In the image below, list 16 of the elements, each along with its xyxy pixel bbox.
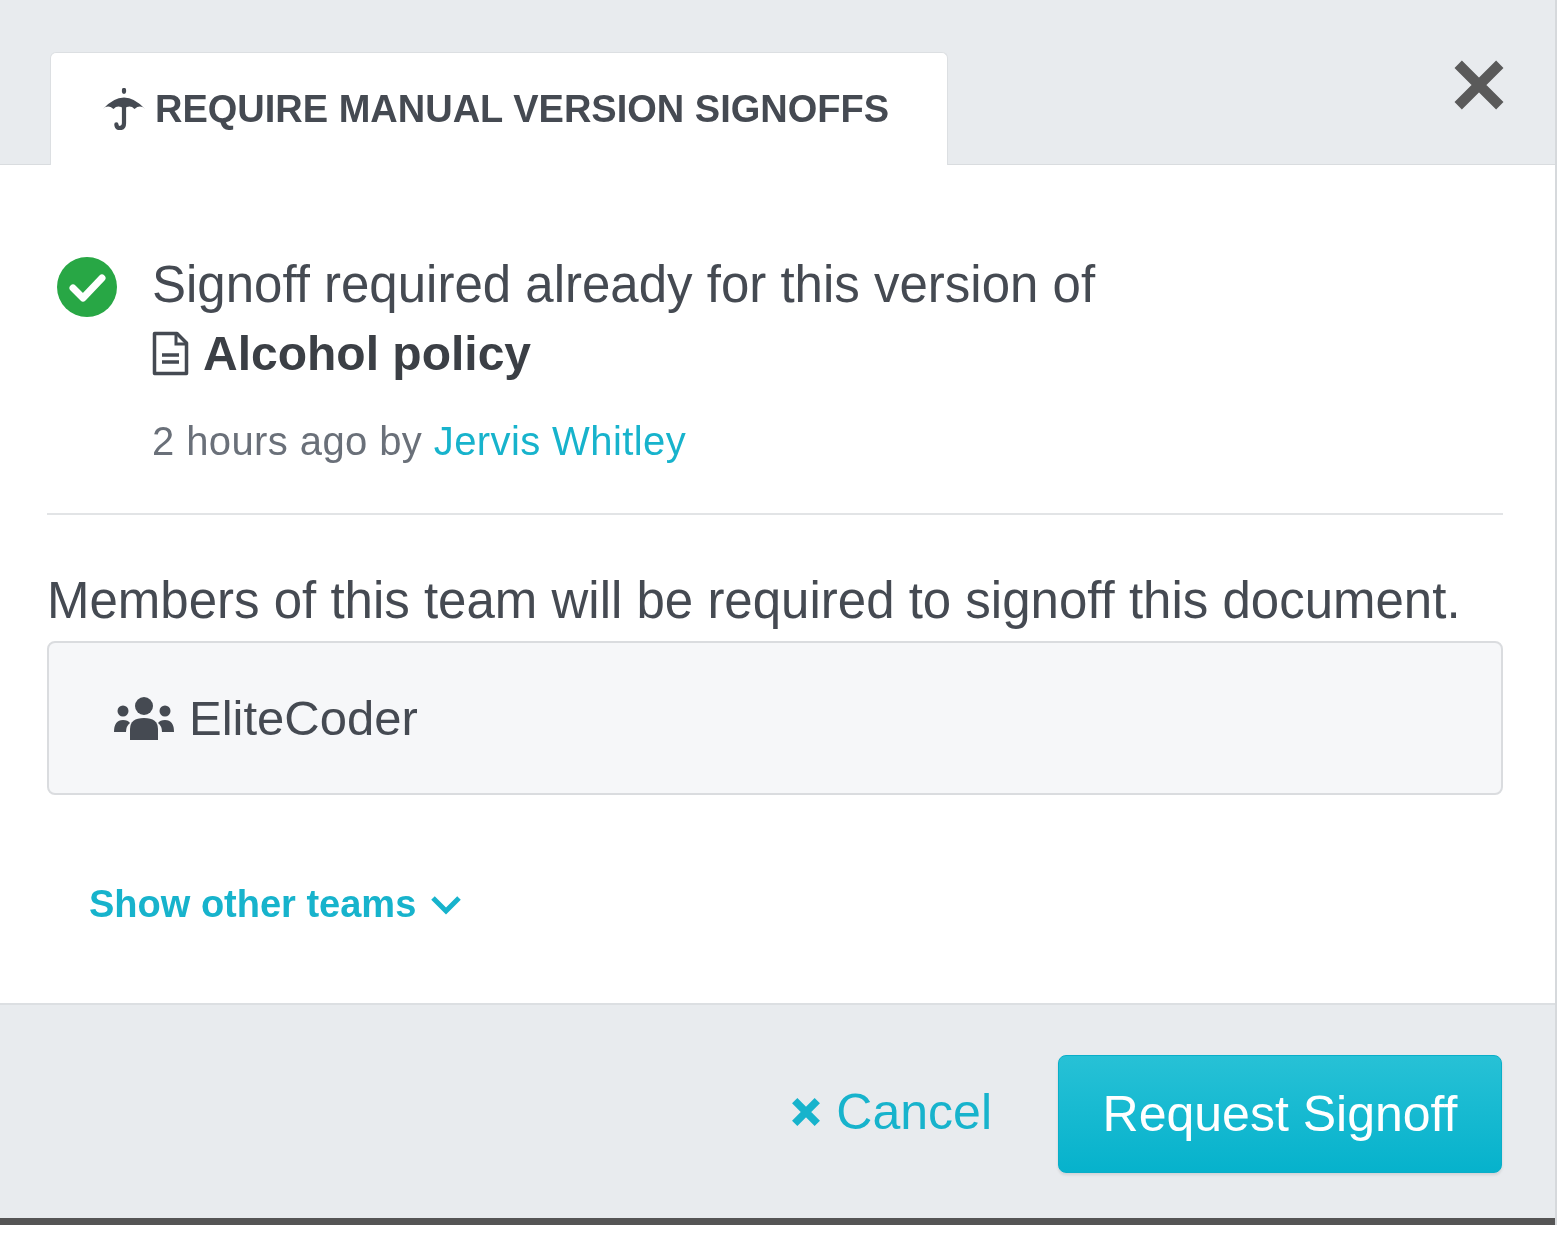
chevron-down-icon	[430, 893, 463, 916]
signoff-meta: 2 hours ago by Jervis Whitley	[152, 418, 687, 465]
teams-prompt: Members of this team will be required to signoff this document.	[47, 571, 1461, 631]
file-icon	[152, 330, 189, 376]
status-message: Signoff required already for this version of	[152, 255, 1096, 315]
x-icon	[790, 1095, 823, 1128]
request-signoff-button[interactable]: Request Signoff	[1058, 1054, 1502, 1173]
users-icon	[113, 696, 175, 740]
check-circle-icon	[57, 257, 117, 317]
document-title: Alcohol policy	[203, 325, 532, 381]
close-icon[interactable]	[1453, 59, 1505, 111]
author-link[interactable]: Jervis Whitley	[433, 419, 687, 463]
team-name: EliteCoder	[189, 690, 418, 746]
show-other-teams-link[interactable]: Show other teams	[89, 883, 463, 926]
dialog-tab[interactable]: REQUIRE MANUAL VERSION SIGNOFFS	[50, 52, 948, 165]
cancel-button[interactable]: Cancel	[790, 1082, 992, 1141]
